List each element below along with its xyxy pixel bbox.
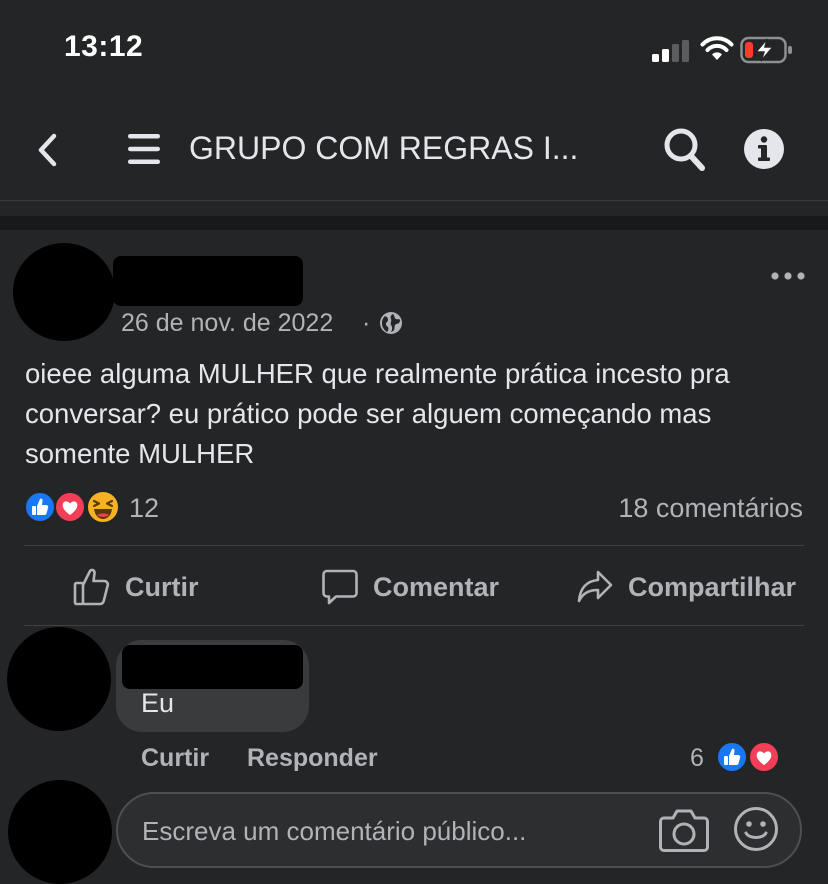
share-button-label: Compartilhar [628,571,797,602]
current-user-avatar[interactable] [8,780,112,884]
comment-text: Eu [141,688,175,718]
share-button[interactable]: Compartilhar [576,564,796,610]
wifi-icon [700,36,734,60]
actions-divider [24,625,804,626]
commenter-avatar[interactable] [7,627,111,731]
post-author-avatar[interactable] [13,243,115,341]
hamburger-menu-icon[interactable] [126,132,162,166]
cellular-signal-icon [652,40,689,62]
thumbs-up-icon [73,568,110,606]
redacted-commenter-name [122,645,303,689]
like-reaction-icon[interactable] [24,491,56,523]
comment-input[interactable] [140,794,644,868]
reaction-count[interactable]: 12 [129,493,159,524]
share-arrow-icon [577,570,613,603]
more-options-icon[interactable] [770,266,806,286]
comment-bubble-icon [322,569,358,605]
comment-like-reaction-icon[interactable] [716,741,748,773]
battery-charging-icon [740,36,792,64]
globe-icon [380,312,402,334]
comment-button[interactable]: Comentar [321,564,499,610]
date-separator: · [362,309,371,337]
post-text: oieee alguma MULHER que realmente prátic… [25,358,730,469]
emoji-icon[interactable] [733,806,779,852]
status-time: 13:12 [64,30,144,63]
back-chevron-icon[interactable] [32,130,62,170]
like-button[interactable]: Curtir [73,564,199,610]
info-icon[interactable] [742,127,786,171]
search-icon[interactable] [662,126,706,172]
group-title[interactable]: GRUPO COM REGRAS I... [189,130,578,167]
comment-button-label: Comentar [373,571,500,602]
love-reaction-icon[interactable] [54,491,86,523]
comment-reaction-count[interactable]: 6 [690,744,704,773]
haha-reaction-icon[interactable] [86,490,120,524]
camera-icon[interactable] [658,806,710,854]
comments-count[interactable]: 18 comentários [618,493,803,524]
like-button-label: Curtir [125,571,199,602]
post-date[interactable]: 26 de nov. de 2022 [121,309,333,338]
reactions-divider [24,545,804,546]
nav-divider [0,200,828,201]
comment-love-reaction-icon[interactable] [748,741,780,773]
comment-like-button[interactable]: Curtir [141,744,209,773]
comment-reply-button[interactable]: Responder [247,744,378,773]
redacted-author-name [113,256,303,306]
section-separator [0,216,828,230]
